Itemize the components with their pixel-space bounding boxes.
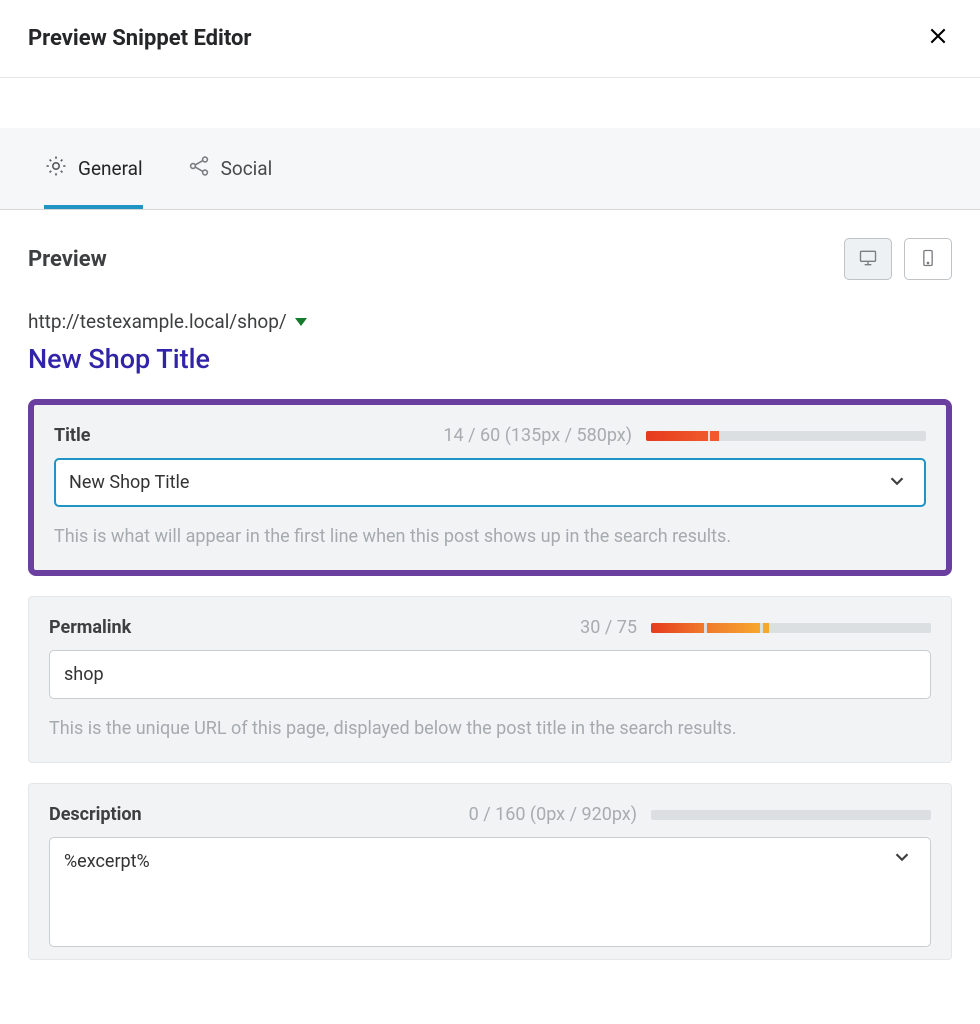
permalink-help-text: This is the unique URL of this page, dis… <box>49 715 931 742</box>
serp-title: New Shop Title <box>28 343 952 375</box>
caret-down-icon <box>295 318 307 326</box>
description-counter: 0 / 160 (0px / 920px) <box>469 804 637 825</box>
preview-heading: Preview <box>28 247 107 272</box>
serp-url-row[interactable]: http://testexample.local/shop/ <box>28 310 952 333</box>
title-panel: Title 14 / 60 (135px / 580px) This is wh… <box>28 399 952 576</box>
modal-title: Preview Snippet Editor <box>28 26 252 51</box>
description-input-wrap <box>49 837 931 951</box>
mobile-icon <box>917 248 939 271</box>
title-help-text: This is what will appear in the first li… <box>54 523 926 550</box>
title-input[interactable] <box>54 458 926 507</box>
description-label: Description <box>49 804 142 825</box>
modal-header: Preview Snippet Editor <box>0 0 980 78</box>
description-panel: Description 0 / 160 (0px / 920px) <box>28 783 952 960</box>
serp-url-text: http://testexample.local/shop/ <box>28 310 287 333</box>
mobile-preview-button[interactable] <box>904 238 952 280</box>
tab-social[interactable]: Social <box>187 128 273 209</box>
title-input-wrap <box>54 458 926 507</box>
serp-preview: http://testexample.local/shop/ New Shop … <box>28 310 952 375</box>
tab-social-label: Social <box>221 157 273 180</box>
title-label: Title <box>54 425 91 446</box>
close-button[interactable] <box>924 22 952 55</box>
title-counter: 14 / 60 (135px / 580px) <box>443 425 632 446</box>
permalink-input[interactable] <box>49 650 931 699</box>
tab-general-label: General <box>78 157 143 180</box>
permalink-progress-bar <box>651 623 931 633</box>
permalink-input-wrap <box>49 650 931 699</box>
title-progress-bar <box>646 431 926 441</box>
permalink-panel: Permalink 30 / 75 This is the unique URL… <box>28 596 952 763</box>
permalink-label: Permalink <box>49 617 131 638</box>
tab-general[interactable]: General <box>44 128 143 209</box>
tab-bar: General Social <box>0 128 980 210</box>
desktop-preview-button[interactable] <box>844 238 892 280</box>
device-toggle-group <box>844 238 952 280</box>
content-area: Preview http://testexample.local/shop/ <box>0 210 980 988</box>
description-progress-bar <box>651 810 931 820</box>
share-icon <box>187 154 211 183</box>
permalink-counter: 30 / 75 <box>580 617 637 638</box>
gear-icon <box>44 154 68 183</box>
close-icon <box>928 25 948 52</box>
description-input[interactable] <box>49 837 931 947</box>
desktop-icon <box>857 248 879 271</box>
